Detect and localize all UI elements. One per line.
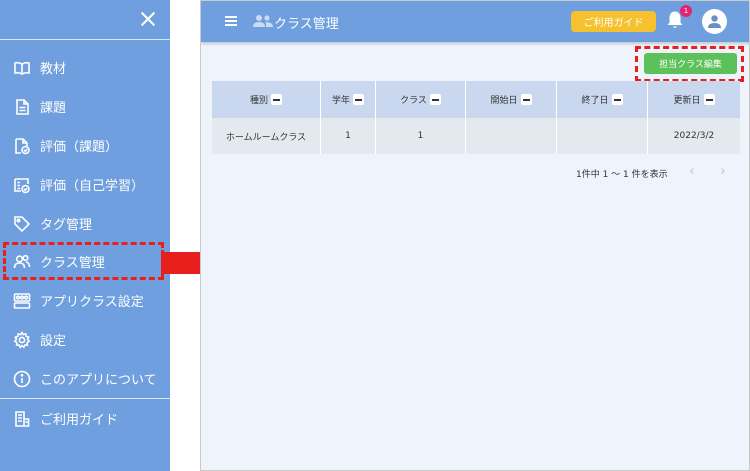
cell-grade: 1 — [321, 118, 376, 154]
sidebar-item-label: 教材 — [40, 62, 67, 77]
app-bar: クラス管理 ご利用ガイド 1 — [201, 1, 749, 42]
prev-page-button[interactable]: ‹ — [685, 163, 699, 179]
sidebar-item-tag-management[interactable]: タグ管理 — [0, 204, 170, 243]
document-icon — [13, 98, 31, 116]
collapse-icon[interactable] — [611, 94, 623, 105]
sidebar-item-label: ご利用ガイド — [40, 413, 119, 428]
next-page-button[interactable]: › — [716, 163, 730, 179]
users-icon — [253, 13, 273, 27]
cell-updated-date: 2022/3/2 — [673, 131, 715, 141]
table-row[interactable]: ホームルームクラス 1 1 2022/3/2 — [212, 118, 740, 154]
column-header-grade[interactable]: 学年 — [321, 81, 376, 118]
column-header-end-date[interactable]: 終了日 — [557, 81, 648, 118]
notification-badge: 1 — [680, 5, 692, 17]
sidebar-item-about[interactable]: このアプリについて — [0, 359, 170, 398]
cell-type: ホームルームクラス — [212, 118, 321, 154]
sidebar-item-assignments[interactable]: 課題 — [0, 87, 170, 126]
close-icon[interactable] — [138, 9, 158, 29]
collapse-icon[interactable] — [703, 94, 715, 105]
cell-end-date — [557, 118, 648, 154]
document-check-icon — [13, 137, 31, 155]
sidebar-item-evaluation-assignments[interactable]: 評価（課題） — [0, 126, 170, 165]
sidebar-item-label: タグ管理 — [40, 218, 93, 233]
book-icon — [13, 59, 31, 77]
sidebar-item-label: 評価（課題） — [40, 140, 119, 155]
column-header-type[interactable]: 種別 — [212, 81, 321, 118]
user-icon — [708, 15, 721, 28]
collapse-icon[interactable] — [271, 94, 282, 105]
tag-icon — [13, 215, 31, 233]
collapse-icon[interactable] — [353, 94, 364, 105]
page-title: クラス管理 — [274, 17, 339, 32]
sidebar-item-settings[interactable]: 設定 — [0, 320, 170, 359]
gear-icon — [13, 330, 31, 349]
collapse-icon[interactable] — [520, 94, 532, 105]
table-header: 種別 学年 クラス 開始日 終了日 更新日 — [212, 81, 740, 118]
pagination-summary: 1件中 1 〜 1 件を表示 — [576, 170, 668, 180]
menu-icon[interactable] — [225, 16, 237, 26]
sidebar-item-label: このアプリについて — [40, 373, 157, 388]
avatar[interactable] — [702, 9, 727, 34]
sidebar-item-app-class-settings[interactable]: アプリクラス設定 — [0, 281, 170, 320]
class-table: 種別 学年 クラス 開始日 終了日 更新日 ホームルームクラス 1 1 2022… — [212, 81, 740, 154]
group-settings-icon — [13, 292, 31, 310]
column-header-start-date[interactable]: 開始日 — [466, 81, 557, 118]
collapse-icon[interactable] — [429, 94, 441, 105]
guide-icon — [13, 410, 31, 428]
sidebar-item-label: 設定 — [40, 334, 67, 349]
sidebar-item-evaluation-self-study[interactable]: 評価（自己学習） — [0, 165, 170, 204]
cell-start-date — [466, 118, 557, 154]
column-header-class[interactable]: クラス — [376, 81, 466, 118]
report-check-icon — [13, 176, 31, 194]
sidebar-item-materials[interactable]: 教材 — [0, 48, 170, 87]
sidebar-header — [0, 0, 170, 40]
sidebar-item-user-guide[interactable]: ご利用ガイド — [0, 399, 170, 438]
sidebar-item-label: アプリクラス設定 — [40, 295, 144, 310]
main-panel: クラス管理 ご利用ガイド 1 担当クラス編集 種別 学年 クラス 開始日 終了日… — [200, 0, 750, 471]
cell-class: 1 — [376, 118, 466, 154]
sidebar-item-label: 評価（自己学習） — [40, 179, 145, 194]
column-header-updated-date[interactable]: 更新日 — [648, 81, 740, 118]
edit-button-highlight — [635, 46, 744, 82]
sidebar: 教材 課題 評価（課題） 評価（自己学習） タグ管理 クラス管理 アプリクラス設… — [0, 0, 170, 471]
info-icon — [13, 370, 31, 388]
sidebar-item-label: 課題 — [40, 101, 67, 116]
user-guide-button[interactable]: ご利用ガイド — [571, 11, 656, 32]
class-management-highlight — [3, 242, 164, 280]
